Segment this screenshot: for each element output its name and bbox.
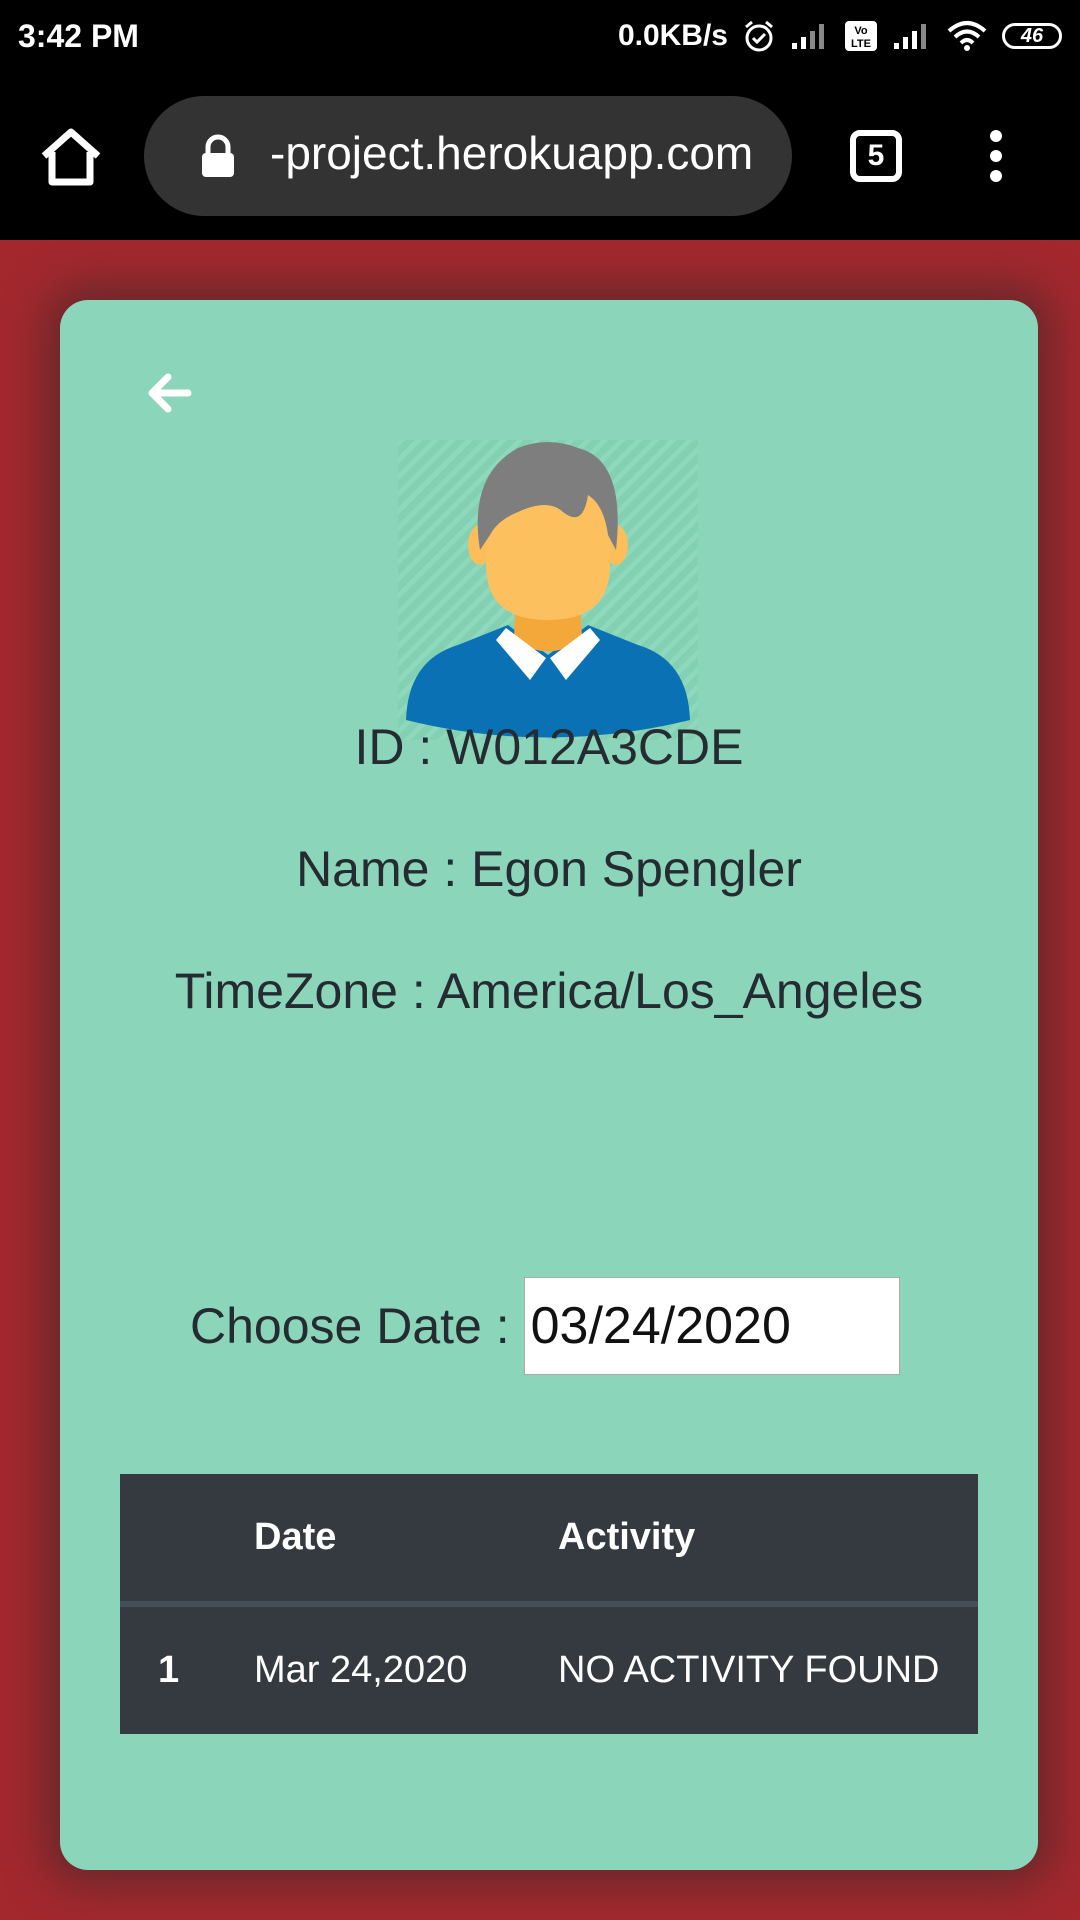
choose-date-label: Choose Date : (190, 1298, 510, 1354)
activity-table: Date Activity 1 Mar 24,2020 NO ACTIVITY … (120, 1474, 978, 1734)
home-icon[interactable] (36, 122, 106, 192)
header-date: Date (254, 1474, 558, 1607)
url-text: -project.herokuapp.com (270, 127, 754, 179)
svg-text:Vo: Vo (854, 25, 868, 37)
row-index: 1 (158, 1649, 180, 1691)
tabs-icon[interactable]: 5 (850, 130, 902, 182)
status-indicators: 0.0KB/s Vo LTE 46 (618, 16, 1062, 56)
user-name: Name : Egon Spengler (296, 841, 802, 897)
alarm-icon (742, 19, 776, 53)
back-arrow-icon[interactable] (144, 368, 194, 418)
row-activity: NO ACTIVITY FOUND (558, 1649, 940, 1691)
user-avatar-icon (398, 440, 698, 740)
table-row: 1 Mar 24,2020 NO ACTIVITY FOUND (120, 1604, 978, 1734)
battery-icon: 46 (1002, 23, 1062, 49)
row-date: Mar 24,2020 (254, 1649, 468, 1691)
date-picker-row: Choose Date : (190, 1276, 900, 1376)
header-index (120, 1474, 254, 1607)
status-bar: 3:42 PM 0.0KB/s Vo LTE 46 (0, 0, 1080, 72)
status-time: 3:42 PM (18, 18, 139, 54)
signal-icon (790, 21, 830, 51)
page-background: ID : W012A3CDE Name : Egon Spengler Time… (0, 240, 1080, 1920)
browser-toolbar: -project.herokuapp.com 5 (0, 72, 1080, 240)
address-bar[interactable]: -project.herokuapp.com (144, 96, 792, 216)
user-id: ID : W012A3CDE (354, 719, 744, 775)
more-vert-icon[interactable] (980, 128, 1012, 184)
table-header-row: Date Activity (120, 1474, 978, 1607)
network-speed: 0.0KB/s (617, 19, 728, 52)
svg-text:LTE: LTE (851, 38, 871, 50)
header-activity: Activity (558, 1474, 978, 1607)
profile-card: ID : W012A3CDE Name : Egon Spengler Time… (60, 300, 1038, 1870)
user-timezone: TimeZone : America/Los_Angeles (174, 963, 924, 1019)
lock-icon (198, 134, 238, 178)
date-input[interactable] (523, 1277, 900, 1375)
volte-icon: Vo LTE (844, 20, 878, 52)
signal-icon (892, 21, 932, 51)
wifi-icon (946, 20, 988, 52)
